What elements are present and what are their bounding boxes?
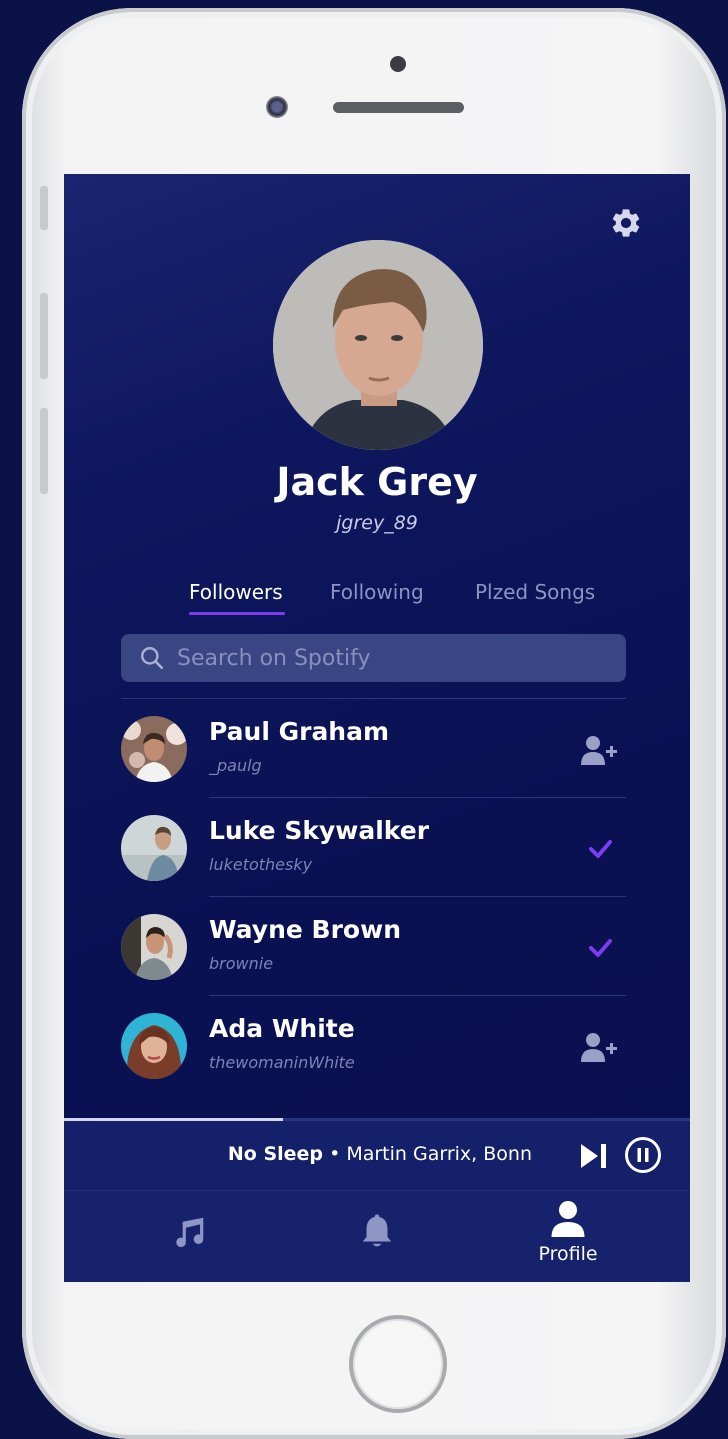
check-icon[interactable]	[579, 832, 619, 866]
profile-name: Jack Grey	[276, 460, 478, 504]
earpiece-speaker	[333, 102, 464, 113]
profile-photo	[273, 240, 483, 450]
front-camera	[266, 96, 288, 118]
profile-handle: jgrey_89	[336, 512, 418, 534]
search-input[interactable]	[175, 644, 599, 672]
nav-item-notifications[interactable]	[317, 1191, 437, 1282]
nav-label-profile: Profile	[538, 1243, 598, 1265]
avatar	[121, 914, 187, 980]
follower-name: Ada White	[209, 1014, 355, 1043]
profile-tabs: Followers Following Plzed Songs	[64, 580, 690, 616]
list-item[interactable]: Ada White thewomaninWhite	[64, 996, 690, 1095]
song-title: No Sleep	[227, 1143, 324, 1165]
playback-progress-bar[interactable]	[64, 1118, 690, 1121]
avatar	[121, 716, 187, 782]
bottom-nav: Profile	[64, 1190, 690, 1282]
tab-plzed-songs[interactable]: Plzed Songs	[475, 580, 595, 604]
gear-icon[interactable]	[609, 206, 643, 240]
mini-player[interactable]: No Sleep • Martin Garrix, Bonn	[64, 1118, 690, 1190]
separator: •	[323, 1143, 347, 1165]
follower-name: Wayne Brown	[209, 915, 401, 944]
list-item[interactable]: Luke Skywalker luketothesky	[64, 798, 690, 897]
app-screen: Jack Grey jgrey_89 Followers Following P…	[64, 174, 690, 1282]
follower-username: luketothesky	[209, 855, 313, 874]
skip-next-icon[interactable]	[579, 1141, 609, 1171]
follower-username: brownie	[209, 954, 274, 973]
pause-icon[interactable]	[624, 1136, 662, 1174]
volume-down-button	[40, 408, 48, 494]
music-note-icon	[176, 1217, 204, 1248]
playback-progress-fill	[64, 1118, 284, 1121]
list-item[interactable]: Wayne Brown brownie	[64, 897, 690, 996]
nav-item-music[interactable]	[129, 1191, 249, 1282]
now-playing-text: No Sleep • Martin Garrix, Bonn	[228, 1143, 532, 1165]
add-user-icon[interactable]	[579, 733, 619, 767]
bell-icon	[362, 1214, 392, 1247]
add-user-icon[interactable]	[579, 1030, 619, 1064]
tab-following[interactable]: Following	[330, 580, 424, 604]
avatar	[121, 815, 187, 881]
search-icon	[141, 647, 164, 670]
song-artists: Martin Garrix, Bonn	[346, 1143, 532, 1165]
profile-icon	[551, 1201, 585, 1237]
follower-username: thewomaninWhite	[209, 1053, 355, 1072]
profile-avatar[interactable]	[273, 240, 483, 450]
home-button[interactable]	[349, 1315, 447, 1413]
active-tab-indicator	[189, 612, 285, 615]
nav-item-profile[interactable]: Profile	[508, 1191, 628, 1282]
tab-followers[interactable]: Followers	[189, 580, 283, 604]
check-icon[interactable]	[579, 931, 619, 965]
follower-name: Paul Graham	[209, 717, 390, 746]
search-bar[interactable]	[121, 634, 626, 682]
proximity-sensor	[390, 56, 406, 72]
follower-name: Luke Skywalker	[209, 816, 430, 845]
volume-up-button	[40, 293, 48, 379]
list-item[interactable]: Paul Graham _paulg	[64, 699, 690, 798]
avatar	[121, 1013, 187, 1079]
mute-switch	[40, 186, 48, 230]
follower-username: _paulg	[209, 756, 262, 775]
